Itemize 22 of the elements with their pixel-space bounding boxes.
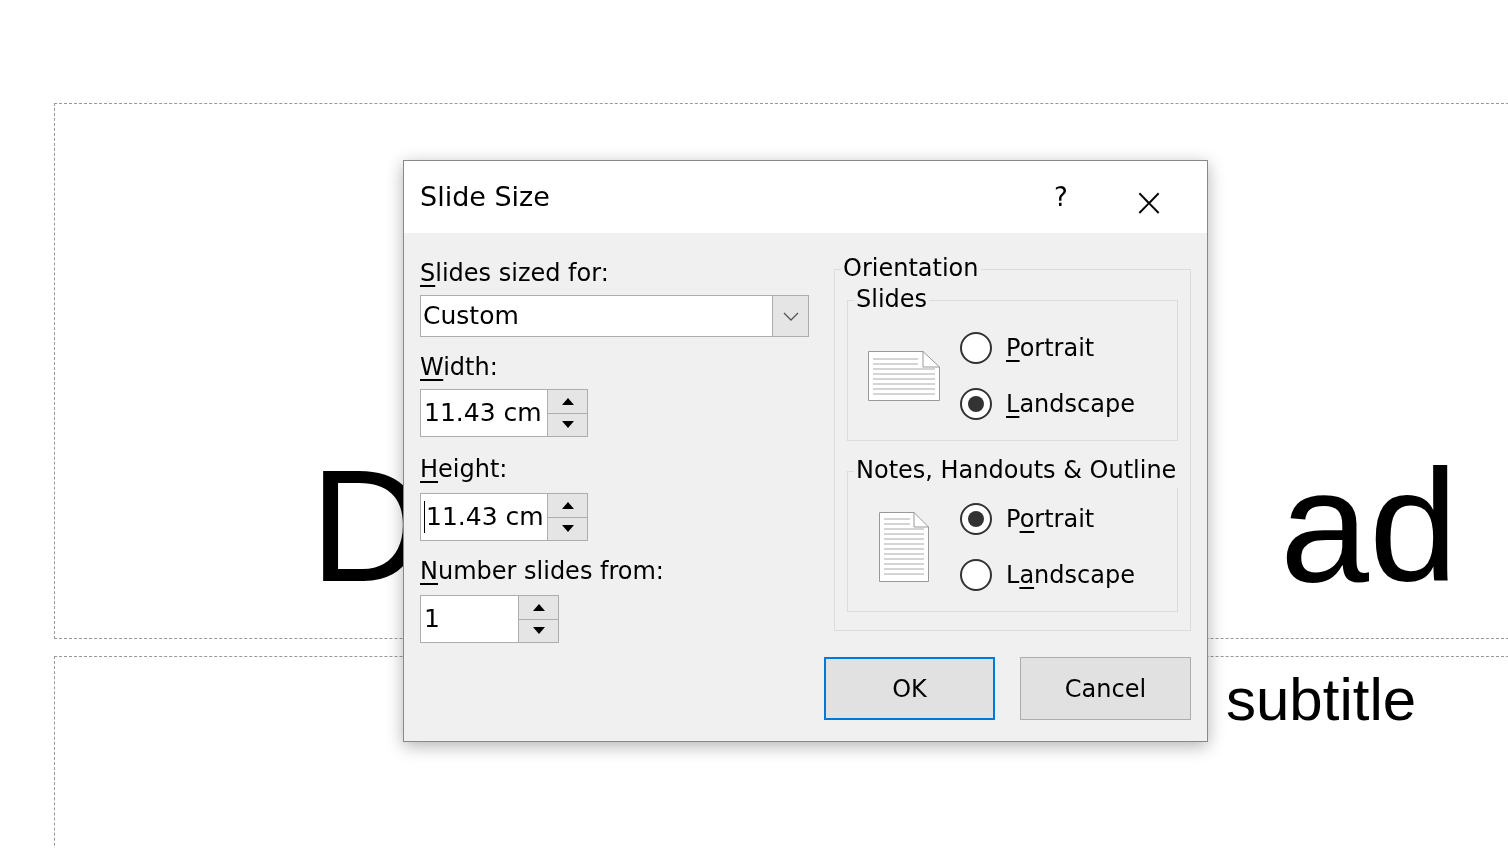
portrait-page-icon [879, 511, 929, 582]
radio-option[interactable]: Portrait [960, 501, 1135, 536]
field-label: Number slides from: [420, 556, 665, 587]
radio-button[interactable] [960, 502, 992, 535]
dialog-button[interactable]: Cancel [1020, 657, 1191, 720]
radio-button[interactable] [960, 331, 992, 364]
dialog-button[interactable]: OK [824, 657, 995, 720]
radio-option[interactable]: Landscape [960, 557, 1135, 592]
field-label: Slides sized for: [420, 258, 610, 289]
slide-title-text: ad [1280, 435, 1458, 617]
radio-option[interactable]: Landscape [960, 386, 1135, 421]
chevron-down-icon [782, 311, 799, 321]
size-dropdown[interactable]: Custom [420, 295, 809, 337]
help-button[interactable]: ? [1031, 172, 1091, 222]
dialog-title: Slide Size [420, 179, 551, 214]
radio-button[interactable] [960, 387, 992, 420]
radio-option[interactable]: Portrait [960, 330, 1135, 365]
close-button[interactable]: × [1119, 172, 1179, 222]
field-label: Width: [420, 352, 499, 383]
landscape-page-icon [868, 350, 940, 401]
slide-subtitle-text: subtitle [1226, 665, 1417, 735]
radio-button[interactable] [960, 558, 992, 591]
